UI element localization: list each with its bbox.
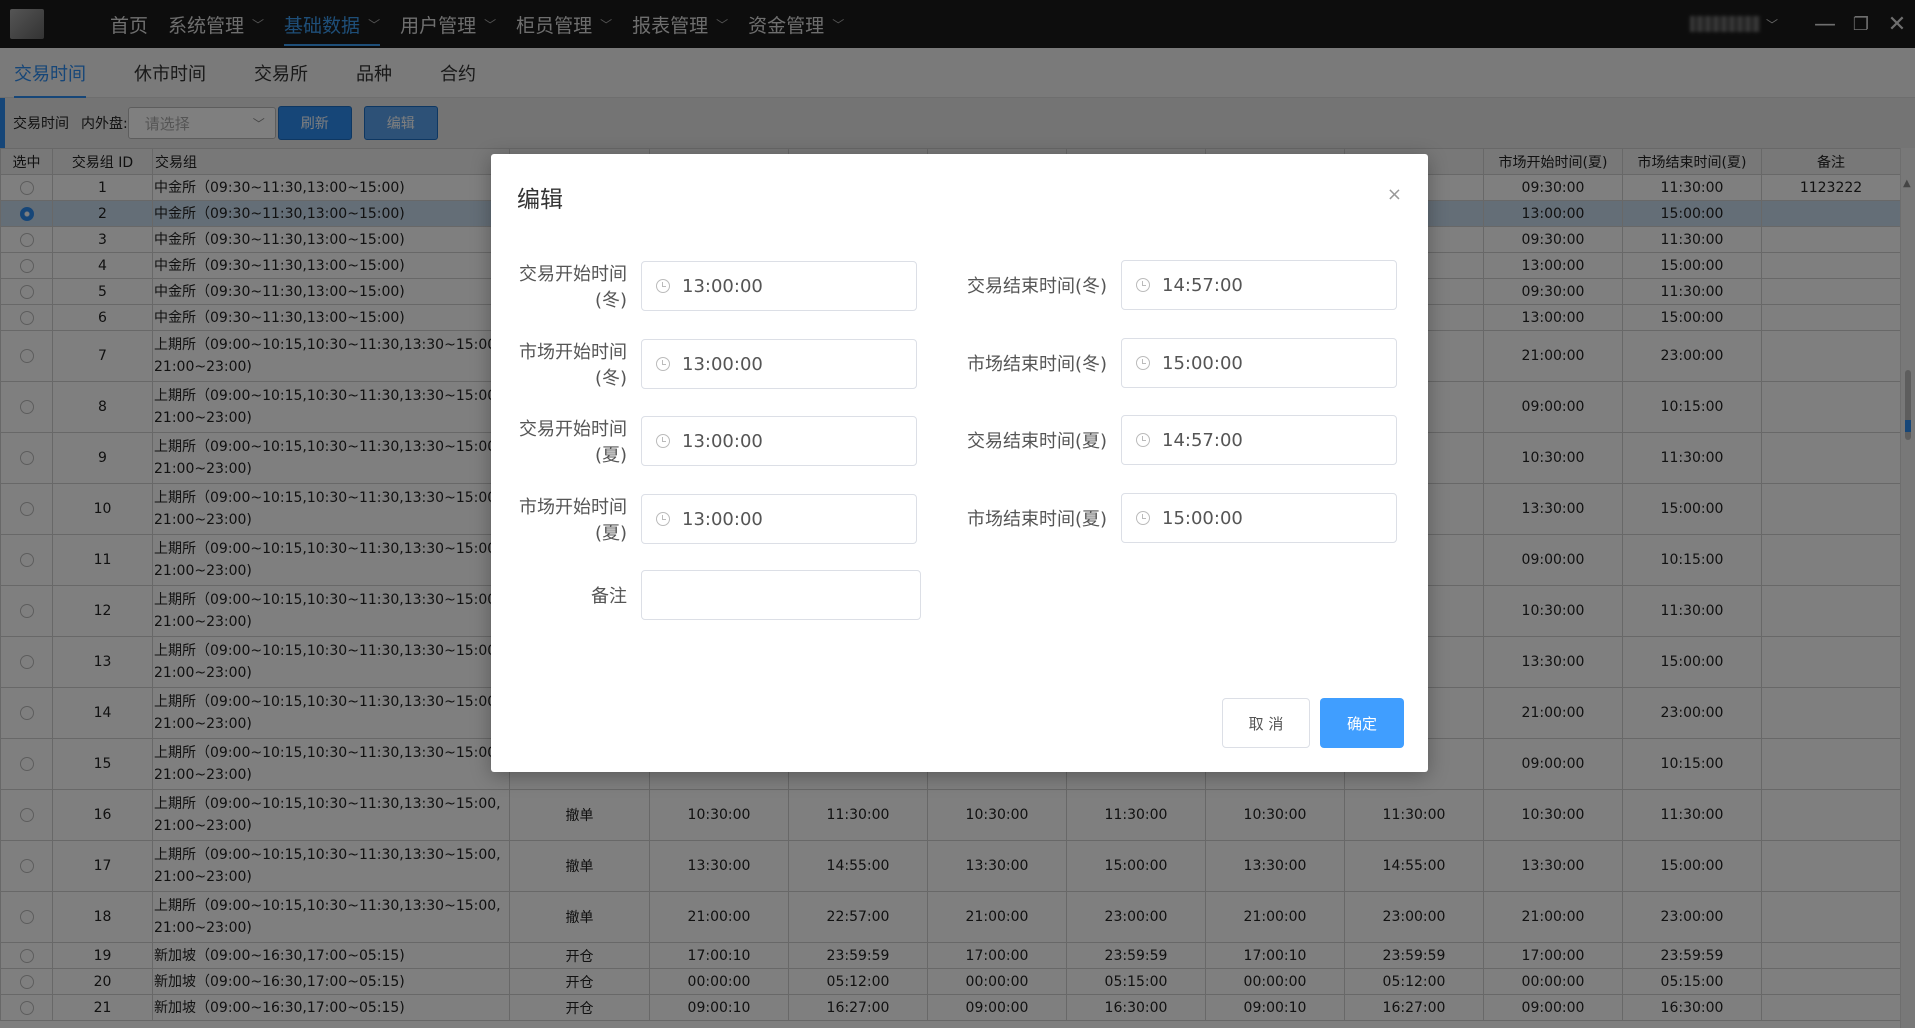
close-icon[interactable]: × (1387, 184, 1402, 205)
trade-end-winter-label: 交易结束时间(冬) (966, 276, 1107, 297)
trade-start-summer-input[interactable]: 13:00:00 (641, 416, 917, 466)
remark-label: 备注 (591, 586, 627, 607)
field-row: 备注 (491, 570, 921, 620)
market-start-summer-label: 市场开始时间(夏) (519, 497, 627, 544)
edit-dialog: 编辑 × 交易开始时间(冬) 13:00:00 交易结束时间(冬) 14:57:… (491, 154, 1428, 772)
input-value: 13:00:00 (682, 275, 763, 297)
market-end-winter-input[interactable]: 15:00:00 (1121, 338, 1397, 388)
dialog-title: 编辑 (517, 187, 563, 213)
market-end-summer-input[interactable]: 15:00:00 (1121, 493, 1397, 543)
clock-icon (1136, 278, 1150, 292)
field-row: 交易结束时间(夏) 14:57:00 (951, 415, 1397, 465)
field-row: 交易开始时间(夏) 13:00:00 (491, 415, 917, 467)
market-end-winter-label: 市场结束时间(冬) (966, 354, 1107, 375)
market-end-summer-label: 市场结束时间(夏) (966, 509, 1107, 530)
field-row: 交易结束时间(冬) 14:57:00 (951, 260, 1397, 310)
trade-start-winter-input[interactable]: 13:00:00 (641, 261, 917, 311)
clock-icon (1136, 356, 1150, 370)
trade-start-summer-label: 交易开始时间(夏) (519, 419, 627, 466)
field-row: 市场结束时间(夏) 15:00:00 (951, 493, 1397, 543)
field-row: 交易开始时间(冬) 13:00:00 (491, 260, 917, 312)
input-value: 13:00:00 (682, 353, 763, 375)
trade-start-winter-label: 交易开始时间(冬) (519, 264, 627, 311)
trade-end-summer-input[interactable]: 14:57:00 (1121, 415, 1397, 465)
clock-icon (656, 357, 670, 371)
input-value: 13:00:00 (682, 508, 763, 530)
input-value: 14:57:00 (1162, 274, 1243, 296)
market-start-winter-input[interactable]: 13:00:00 (641, 339, 917, 389)
field-row: 市场开始时间(夏) 13:00:00 (491, 493, 917, 545)
clock-icon (656, 279, 670, 293)
clock-icon (656, 434, 670, 448)
trade-end-summer-label: 交易结束时间(夏) (966, 431, 1107, 452)
input-value: 15:00:00 (1162, 507, 1243, 529)
cancel-button[interactable]: 取 消 (1222, 698, 1310, 748)
input-value: 14:57:00 (1162, 429, 1243, 451)
clock-icon (1136, 433, 1150, 447)
market-start-summer-input[interactable]: 13:00:00 (641, 494, 917, 544)
remark-input[interactable] (641, 570, 921, 620)
market-start-winter-label: 市场开始时间(冬) (519, 342, 627, 389)
field-row: 市场结束时间(冬) 15:00:00 (951, 338, 1397, 388)
input-value: 15:00:00 (1162, 352, 1243, 374)
trade-end-winter-input[interactable]: 14:57:00 (1121, 260, 1397, 310)
clock-icon (1136, 511, 1150, 525)
confirm-button[interactable]: 确定 (1320, 698, 1404, 748)
clock-icon (656, 512, 670, 526)
field-row: 市场开始时间(冬) 13:00:00 (491, 338, 917, 390)
input-value: 13:00:00 (682, 430, 763, 452)
